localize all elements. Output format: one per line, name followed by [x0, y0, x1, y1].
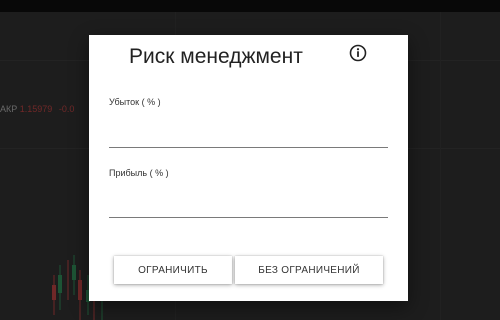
profit-label: Прибыль ( % ): [109, 168, 169, 178]
loss-percent-input[interactable]: [109, 122, 388, 148]
limit-button[interactable]: ОГРАНИЧИТЬ: [114, 256, 232, 284]
risk-management-dialog: Риск менеджмент Убыток ( % ) Прибыль ( %…: [89, 35, 408, 301]
loss-label: Убыток ( % ): [109, 97, 161, 107]
no-limit-button[interactable]: БЕЗ ОГРАНИЧЕНИЙ: [235, 256, 383, 284]
info-icon[interactable]: [349, 44, 367, 62]
profit-percent-input[interactable]: [109, 192, 388, 218]
dialog-title: Риск менеджмент: [129, 45, 303, 68]
